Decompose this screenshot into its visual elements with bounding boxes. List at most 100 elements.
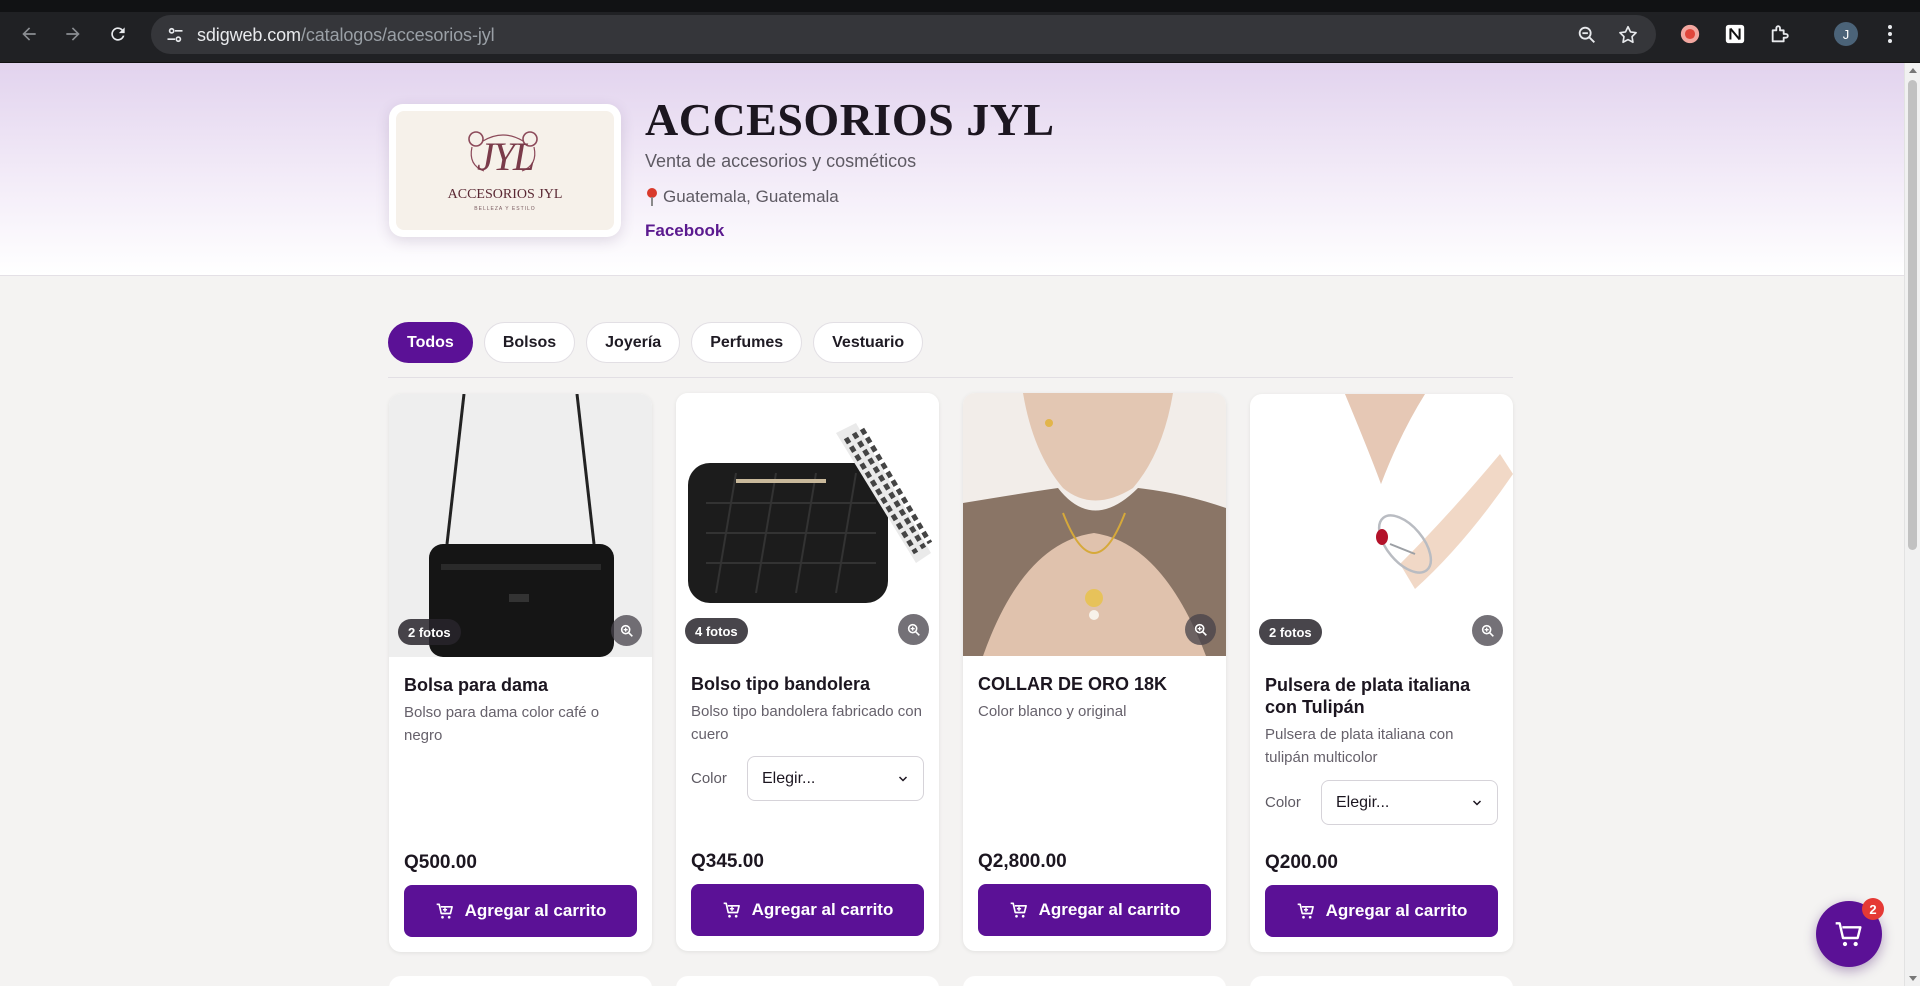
bookmark-star-icon[interactable]: [1617, 24, 1639, 46]
store-description: Venta de accesorios y cosméticos: [645, 151, 917, 171]
extensions-button[interactable]: [1768, 22, 1792, 46]
notion-extension-button[interactable]: [1723, 22, 1747, 46]
browser-toolbar: sdigweb.com/catalogos/accesorios-jyl J: [0, 0, 1920, 63]
product-price: Q2,800.00: [978, 851, 1067, 872]
color-option: Color Elegir...: [1265, 780, 1498, 825]
arrow-left-icon: [22, 27, 36, 41]
facebook-link[interactable]: Facebook: [645, 221, 724, 241]
add-to-cart-label: Agregar al carrito: [1038, 900, 1181, 919]
product-image[interactable]: [963, 393, 1226, 656]
color-select-value: Elegir...: [762, 769, 816, 787]
add-to-cart-button[interactable]: Agregar al carrito: [691, 884, 924, 936]
cart-icon: [1010, 902, 1027, 918]
zoom-in-icon: [1194, 623, 1207, 636]
arrow-right-icon: [66, 27, 80, 41]
zoom-in-icon: [620, 624, 633, 637]
product-card-next-row: [1250, 976, 1513, 986]
zoom-in-icon: [1481, 624, 1494, 637]
product-card-next-row: [676, 976, 939, 986]
reload-icon: [111, 27, 125, 41]
profile-avatar[interactable]: J: [1834, 22, 1858, 46]
product-price: Q200.00: [1265, 852, 1338, 873]
scroll-up-arrow[interactable]: [1909, 68, 1917, 73]
url-host: sdigweb.com: [197, 25, 301, 45]
notion-icon: [1725, 24, 1745, 44]
divider: [388, 377, 1513, 378]
store-location: Guatemala, Guatemala: [645, 187, 839, 207]
color-option-label: Color: [1265, 794, 1301, 811]
add-to-cart-button[interactable]: Agregar al carrito: [1265, 885, 1498, 937]
product-price: Q345.00: [691, 851, 764, 872]
pin-icon: [647, 188, 657, 206]
product-card-next-row: [389, 976, 652, 986]
tab-joyeria[interactable]: Joyería: [586, 322, 681, 363]
product-card: 4 fotos Bolso tipo bandolera Bolso tipo …: [676, 393, 939, 951]
photo-count-badge: 2 fotos: [1259, 619, 1322, 645]
cart-icon: [436, 903, 453, 919]
product-name: Bolsa para dama: [404, 675, 549, 695]
scrollbar-thumb[interactable]: [1908, 80, 1917, 550]
extension-icon[interactable]: [1678, 22, 1702, 46]
puzzle-icon: [1771, 25, 1789, 43]
zoom-in-icon: [907, 623, 920, 636]
zoom-out-icon[interactable]: [1576, 24, 1598, 46]
extension-red-icon: [1680, 24, 1700, 44]
logo-brand: ACCESORIOS JYL: [447, 187, 563, 202]
add-to-cart-label: Agregar al carrito: [464, 901, 607, 920]
product-name: Pulsera de plata italiana con Tulipán: [1265, 675, 1471, 717]
color-select[interactable]: Elegir...: [747, 756, 924, 801]
zoom-button[interactable]: [1472, 615, 1503, 646]
color-select[interactable]: Elegir...: [1321, 780, 1498, 825]
reload-button[interactable]: [105, 21, 131, 47]
color-select-value: Elegir...: [1336, 793, 1390, 811]
product-card: 2 fotos Bolsa para dama Bolso para dama …: [389, 394, 652, 952]
catalog-page: JYL ACCESORIOS JYL BELLEZA Y ESTILO ACCE…: [0, 63, 1904, 986]
site-settings-icon[interactable]: [165, 25, 185, 45]
color-option-label: Color: [691, 770, 727, 787]
add-to-cart-button[interactable]: Agregar al carrito: [978, 884, 1211, 936]
product-description: Color blanco y original: [978, 703, 1127, 720]
product-card-next-row: [963, 976, 1226, 986]
color-option: Color Elegir...: [691, 756, 924, 801]
add-to-cart-button[interactable]: Agregar al carrito: [404, 885, 637, 937]
black-handbag-image: [389, 394, 652, 657]
product-description: Bolso tipo bandolera fabricado con cuero: [691, 703, 922, 743]
product-card: COLLAR DE ORO 18K Color blanco y origina…: [963, 393, 1226, 951]
product-image[interactable]: [389, 394, 652, 657]
product-description: Pulsera de plata italiana con tulipán mu…: [1265, 726, 1454, 766]
product-name: COLLAR DE ORO 18K: [978, 674, 1168, 694]
shopping-cart-icon: [1835, 922, 1862, 947]
logo-monogram: JYL: [476, 134, 535, 179]
browser-menu-button[interactable]: [1882, 22, 1898, 46]
photo-count-badge: 2 fotos: [398, 619, 461, 645]
page-scrollbar[interactable]: [1904, 63, 1920, 986]
address-bar[interactable]: sdigweb.com/catalogos/accesorios-jyl: [151, 15, 1656, 54]
store-location-text: Guatemala, Guatemala: [663, 187, 839, 206]
crossbody-bag-image: [676, 393, 939, 656]
chevron-down-icon: [898, 775, 908, 782]
cart-icon: [723, 902, 740, 918]
scroll-down-arrow[interactable]: [1909, 976, 1917, 981]
back-button[interactable]: [16, 21, 42, 47]
product-price: Q500.00: [404, 852, 477, 873]
store-logo: JYL ACCESORIOS JYL BELLEZA Y ESTILO: [389, 104, 621, 237]
product-image[interactable]: [1250, 394, 1513, 657]
forward-button[interactable]: [60, 21, 86, 47]
add-to-cart-label: Agregar al carrito: [751, 900, 894, 919]
tab-bolsos[interactable]: Bolsos: [483, 322, 576, 363]
logo-tagline: BELLEZA Y ESTILO: [474, 206, 536, 212]
product-image[interactable]: [676, 393, 939, 656]
zoom-button[interactable]: [898, 614, 929, 645]
tab-perfumes[interactable]: Perfumes: [691, 322, 803, 363]
url-path: /catalogos/accesorios-jyl: [300, 25, 495, 45]
silver-bracelet-image: [1250, 394, 1513, 657]
gold-necklace-image: [963, 393, 1226, 656]
zoom-button[interactable]: [1185, 614, 1216, 645]
tab-todos[interactable]: Todos: [388, 322, 473, 363]
url-text: sdigweb.com/catalogos/accesorios-jyl: [197, 25, 495, 46]
category-tabs: Todos Bolsos Joyería Perfumes Vestuario: [388, 322, 924, 363]
cart-count-badge: 2: [1862, 898, 1884, 920]
zoom-button[interactable]: [611, 615, 642, 646]
product-card: 2 fotos Pulsera de plata italiana con Tu…: [1250, 394, 1513, 952]
tab-vestuario[interactable]: Vestuario: [813, 322, 924, 363]
